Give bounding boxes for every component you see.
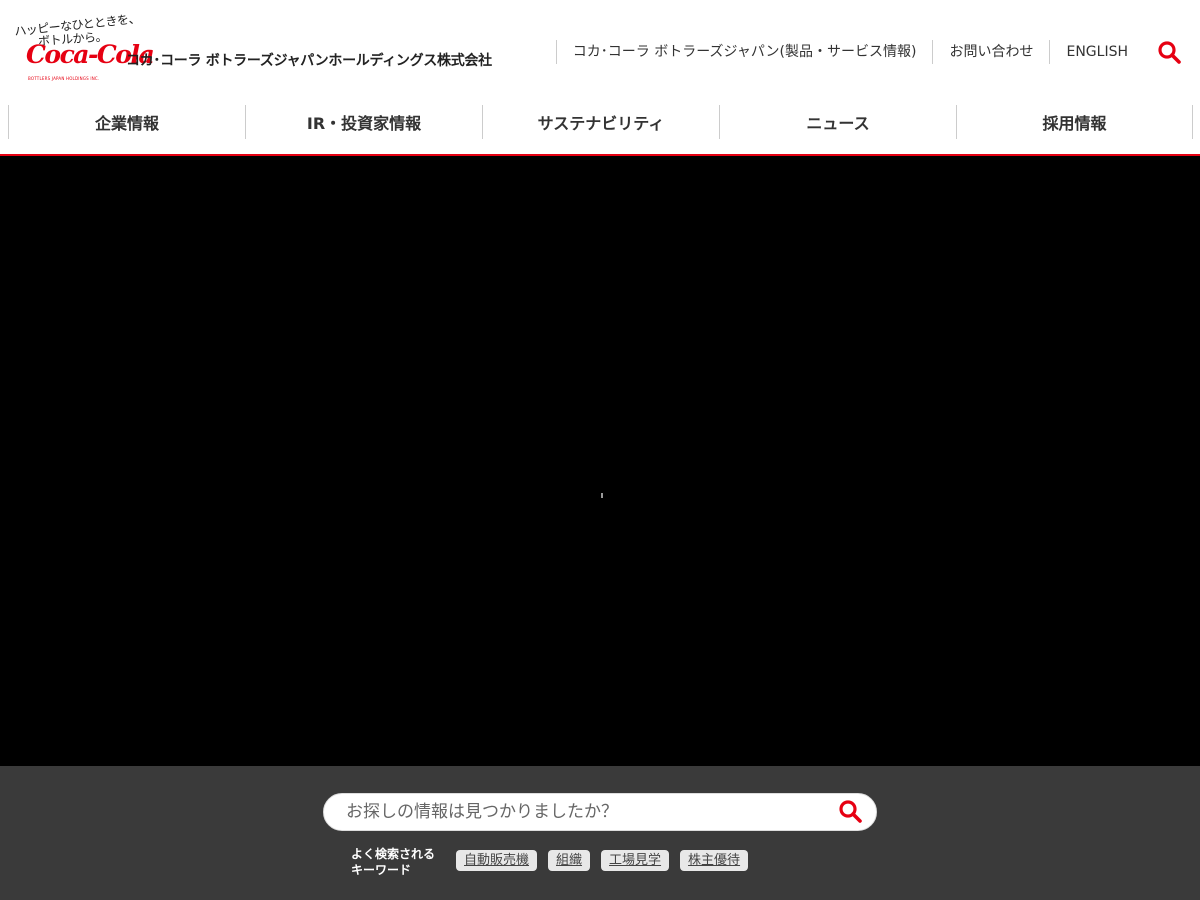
util-link-contact[interactable]: お問い合わせ xyxy=(932,40,1049,64)
util-link-english[interactable]: ENGLISH xyxy=(1049,40,1144,64)
utility-nav: コカ･コーラ ボトラーズジャパン(製品・サービス情報) お問い合わせ ENGLI… xyxy=(555,40,1144,64)
util-link-products[interactable]: コカ･コーラ ボトラーズジャパン(製品・サービス情報) xyxy=(555,40,933,64)
site-search-button[interactable] xyxy=(838,799,864,825)
keyword-organization[interactable]: 組織 xyxy=(548,850,591,871)
search-icon xyxy=(839,800,862,823)
search-box xyxy=(323,793,877,831)
popular-keywords-label: よく検索される キーワード xyxy=(351,846,435,878)
keyword-factory-tour[interactable]: 工場見学 xyxy=(601,850,670,871)
company-name-link[interactable]: コカ･コーラ ボトラーズジャパンホールディングス株式会社 xyxy=(126,50,492,70)
header-search-button[interactable] xyxy=(1157,40,1183,64)
logo-subtext: BOTTLERS JAPAN HOLDINGS INC. xyxy=(28,76,100,81)
site-search-section: よく検索される キーワード 自動販売機 組織 工場見学 株主優待 xyxy=(0,766,1200,900)
keywords-label-line1: よく検索される xyxy=(351,847,436,861)
gnav-item-corporate[interactable]: 企業情報 xyxy=(8,105,245,139)
keyword-shareholder-benefits[interactable]: 株主優待 xyxy=(680,850,749,871)
loading-spinner-icon xyxy=(601,493,603,498)
search-icon xyxy=(1158,41,1181,64)
brand-logo[interactable]: ハッピーなひとときを、 ボトルから。 Coca-Cola BOTTLERS JA… xyxy=(14,11,155,84)
site-search-input[interactable] xyxy=(346,798,826,826)
gnav-item-sustainability[interactable]: サステナビリティ xyxy=(482,105,719,139)
hero-video-area[interactable] xyxy=(0,156,1200,766)
gnav-item-ir[interactable]: IR・投資家情報 xyxy=(245,105,482,139)
popular-keywords-list: 自動販売機 組織 工場見学 株主優待 xyxy=(456,850,759,871)
keyword-vending-machine[interactable]: 自動販売機 xyxy=(456,850,538,871)
global-nav: 企業情報 IR・投資家情報 サステナビリティ ニュース 採用情報 xyxy=(0,104,1200,156)
gnav-item-news[interactable]: ニュース xyxy=(719,105,956,139)
keywords-label-line2: キーワード xyxy=(351,863,412,877)
site-header: ハッピーなひとときを、 ボトルから。 Coca-Cola BOTTLERS JA… xyxy=(0,0,1200,104)
gnav-item-recruit[interactable]: 採用情報 xyxy=(956,105,1193,139)
